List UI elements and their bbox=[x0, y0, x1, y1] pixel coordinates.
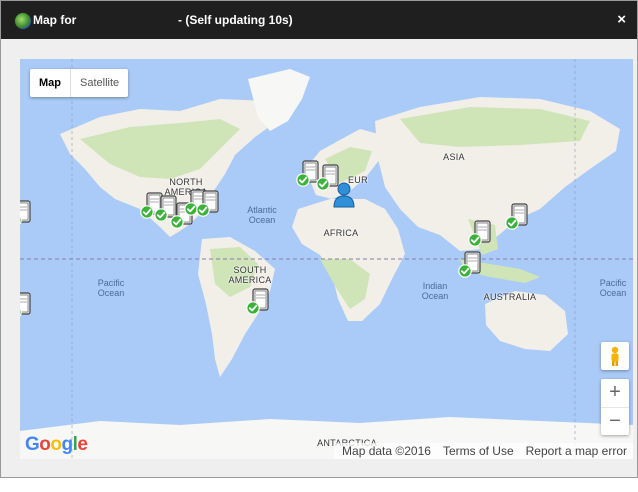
server-marker[interactable] bbox=[20, 199, 34, 227]
globe-icon bbox=[14, 12, 32, 30]
map-type-map-button[interactable]: Map bbox=[30, 69, 71, 97]
user-icon[interactable] bbox=[332, 181, 356, 209]
map-base bbox=[20, 59, 633, 459]
check-icon bbox=[458, 264, 472, 278]
check-icon bbox=[154, 208, 168, 222]
server-marker[interactable] bbox=[20, 291, 34, 319]
map-dialog: Map for - (Self updating 10s) × Map Sate… bbox=[0, 0, 638, 478]
map-attribution: Map data ©2016 bbox=[342, 444, 431, 458]
label-australia: AUSTRALIA bbox=[483, 292, 537, 302]
label-indian-ocean: Indian Ocean bbox=[421, 281, 449, 301]
google-logo: Google bbox=[25, 434, 88, 455]
map-type-satellite-button[interactable]: Satellite bbox=[71, 69, 128, 97]
map-footer: Map data ©2016 Terms of Use Report a map… bbox=[334, 443, 633, 459]
zoom-control: + − bbox=[601, 379, 629, 435]
label-pacific-ocean-west: Pacific Ocean bbox=[599, 278, 627, 298]
server-marker[interactable] bbox=[505, 202, 531, 230]
server-marker[interactable] bbox=[458, 250, 484, 278]
title-bar: Map for - (Self updating 10s) × bbox=[1, 1, 637, 39]
check-icon bbox=[170, 215, 184, 229]
check-icon bbox=[20, 307, 22, 317]
server-marker[interactable] bbox=[246, 287, 272, 315]
close-icon[interactable]: × bbox=[617, 11, 626, 28]
label-pacific-ocean-east: Pacific Ocean bbox=[97, 278, 125, 298]
check-icon bbox=[246, 301, 260, 315]
server-icon bbox=[20, 200, 31, 223]
world-map[interactable]: Map Satellite NORTH AMERICA SOUTH AMERIC… bbox=[20, 59, 633, 459]
label-atlantic-ocean: Atlantic Ocean bbox=[247, 205, 277, 225]
map-type-toggle: Map Satellite bbox=[30, 69, 129, 97]
report-map-error-link[interactable]: Report a map error bbox=[526, 443, 627, 459]
check-icon bbox=[468, 233, 482, 247]
pegman-icon[interactable] bbox=[601, 342, 629, 370]
check-icon bbox=[316, 177, 330, 191]
label-asia: ASIA bbox=[443, 152, 465, 162]
server-marker[interactable] bbox=[468, 219, 494, 247]
check-icon bbox=[20, 215, 22, 225]
window-title: Map for bbox=[33, 13, 77, 27]
server-icon bbox=[20, 292, 31, 315]
server-marker[interactable] bbox=[196, 189, 222, 217]
check-icon bbox=[196, 203, 210, 217]
terms-of-use-link[interactable]: Terms of Use bbox=[443, 443, 514, 459]
check-icon bbox=[505, 216, 519, 230]
window-status: - (Self updating 10s) bbox=[178, 13, 293, 27]
label-africa: AFRICA bbox=[323, 228, 359, 238]
check-icon bbox=[296, 173, 310, 187]
zoom-in-button[interactable]: + bbox=[601, 379, 629, 407]
zoom-out-button[interactable]: − bbox=[601, 407, 629, 436]
check-icon bbox=[140, 205, 154, 219]
label-south-america: SOUTH AMERICA bbox=[228, 265, 272, 285]
